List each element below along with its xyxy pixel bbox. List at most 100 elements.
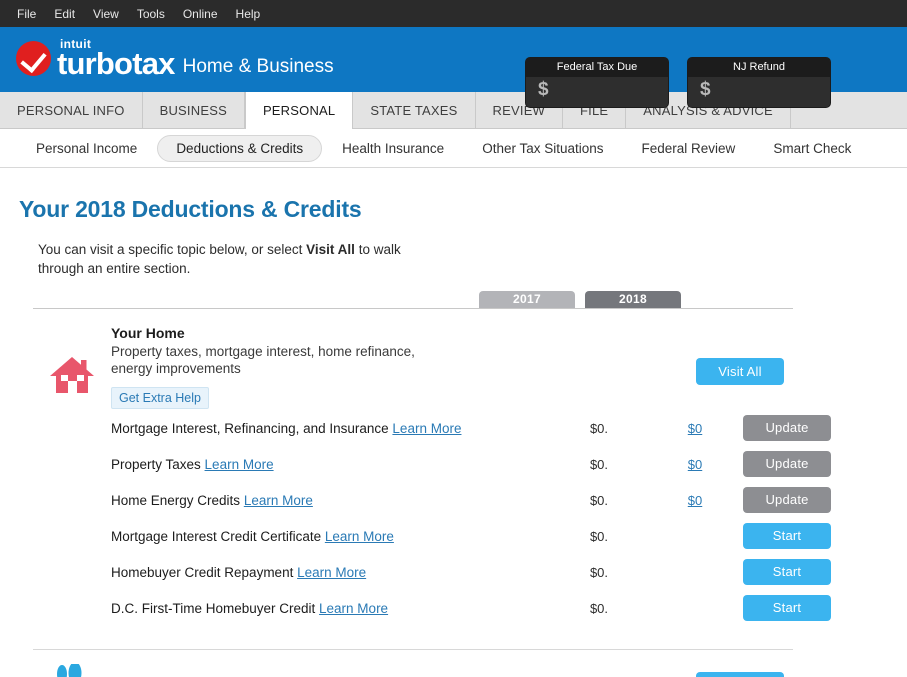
amount-2018-link[interactable]: $0	[688, 493, 702, 508]
learn-more-link[interactable]: Learn More	[205, 457, 274, 472]
subtab-personal-income[interactable]: Personal Income	[18, 136, 155, 161]
subtab-smart-check[interactable]: Smart Check	[755, 136, 869, 161]
section-title-your-home: Your Home	[111, 325, 185, 341]
subtab-other-tax-situations[interactable]: Other Tax Situations	[464, 136, 621, 161]
row-label-mortgage-interest: Mortgage Interest, Refinancing, and Insu…	[111, 415, 551, 438]
menu-item-online[interactable]: Online	[174, 3, 227, 25]
tax-summary-boxes: Federal Tax Due $ NJ Refund $	[525, 57, 831, 108]
menu-item-edit[interactable]: Edit	[45, 3, 84, 25]
table-row: Homebuyer Credit Repayment Learn More $0…	[33, 559, 831, 595]
row-title-text: Mortgage Interest, Refinancing, and Insu…	[111, 421, 393, 436]
menu-item-tools[interactable]: Tools	[128, 3, 174, 25]
table-row: Mortgage Interest, Refinancing, and Insu…	[33, 415, 831, 451]
page-intro-text: You can visit a specific topic below, or…	[0, 223, 430, 278]
turbotax-brand-text: turbotax	[57, 46, 175, 81]
update-button[interactable]: Update	[743, 451, 831, 477]
row-label-homebuyer-credit-repayment: Homebuyer Credit Repayment Learn More	[111, 559, 551, 582]
section-header-your-home: Your Home Property taxes, mortgage inter…	[33, 309, 793, 409]
row-title-text: Mortgage Interest Credit Certificate	[111, 529, 325, 544]
federal-tax-due-label: Federal Tax Due	[526, 58, 668, 77]
tab-personal-info[interactable]: PERSONAL INFO	[0, 92, 143, 128]
row-action-cell: Start	[743, 595, 840, 621]
amount-2017: $0.	[589, 601, 609, 616]
federal-tax-due-box[interactable]: Federal Tax Due $	[525, 57, 669, 108]
table-row: Mortgage Interest Credit Certificate Lea…	[33, 523, 831, 559]
table-row: D.C. First-Time Homebuyer Credit Learn M…	[33, 595, 831, 631]
update-button[interactable]: Update	[743, 487, 831, 513]
main-content: Your 2018 Deductions & Credits You can v…	[0, 168, 907, 677]
row-title-text: D.C. First-Time Homebuyer Credit	[111, 601, 320, 616]
amount-2017: $0.	[589, 493, 609, 508]
amount-2017: $0.	[589, 565, 609, 580]
section-body-your-home: Your Home Property taxes, mortgage inter…	[111, 323, 793, 409]
federal-tax-due-value: $	[526, 77, 668, 107]
learn-more-link[interactable]: Learn More	[319, 601, 388, 616]
row-label-home-energy-credits: Home Energy Credits Learn More	[111, 487, 551, 510]
row-title-text: Home Energy Credits	[111, 493, 244, 508]
amount-2017: $0.	[589, 457, 609, 472]
row-label-dc-first-time-homebuyer-credit: D.C. First-Time Homebuyer Credit Learn M…	[111, 595, 551, 618]
amount-2018-cell	[647, 523, 743, 529]
year-column-2017[interactable]: 2017	[479, 291, 575, 308]
table-row: Property Taxes Learn More $0. $0 Update	[33, 451, 831, 487]
sub-navigation-bar: Personal Income Deductions & Credits Hea…	[0, 129, 907, 168]
row-title-text: Property Taxes	[111, 457, 205, 472]
turbotax-logo: intuit turbotax Home & Business	[0, 38, 334, 81]
people-icon	[33, 658, 111, 677]
deduction-rows-your-home: Mortgage Interest, Refinancing, and Insu…	[33, 415, 831, 631]
section-you-and-your-family: You and Your Family	[33, 650, 793, 677]
tab-business[interactable]: BUSINESS	[143, 92, 245, 128]
learn-more-link[interactable]: Learn More	[297, 565, 366, 580]
amount-2018-cell: $0	[647, 415, 743, 436]
nj-refund-box[interactable]: NJ Refund $	[687, 57, 831, 108]
house-icon	[33, 323, 111, 409]
learn-more-link[interactable]: Learn More	[244, 493, 313, 508]
year-column-headers: 2017 2018	[33, 291, 793, 309]
amount-2018-cell	[647, 595, 743, 601]
intro-text-part1: You can visit a specific topic below, or…	[38, 242, 307, 257]
menu-item-file[interactable]: File	[8, 3, 45, 25]
learn-more-link[interactable]: Learn More	[325, 529, 394, 544]
update-button[interactable]: Update	[743, 415, 831, 441]
section-title-you-and-your-family: You and Your Family	[111, 658, 248, 677]
brand-header: intuit turbotax Home & Business Federal …	[0, 27, 907, 108]
menu-item-help[interactable]: Help	[227, 3, 270, 25]
nj-refund-label: NJ Refund	[688, 58, 830, 77]
you-and-your-family-action-wrap	[696, 672, 784, 677]
tab-state-taxes[interactable]: STATE TAXES	[353, 92, 476, 128]
page-title: Your 2018 Deductions & Credits	[19, 196, 362, 222]
tab-personal[interactable]: PERSONAL	[244, 92, 354, 129]
amount-2018-link[interactable]: $0	[688, 421, 702, 436]
row-label-mortgage-interest-credit-certificate: Mortgage Interest Credit Certificate Lea…	[111, 523, 551, 546]
section-your-home: Visit All Your Home Property taxes, mort…	[33, 309, 831, 631]
row-title-text: Homebuyer Credit Repayment	[111, 565, 298, 580]
visit-all-button-family[interactable]	[696, 672, 784, 677]
visit-all-button[interactable]: Visit All	[696, 358, 784, 385]
amount-2018-cell	[647, 559, 743, 565]
subtab-federal-review[interactable]: Federal Review	[624, 136, 754, 161]
year-column-2018[interactable]: 2018	[585, 291, 681, 308]
product-edition-label: Home & Business	[182, 56, 334, 77]
amount-2018-cell: $0	[647, 451, 743, 472]
red-check-circle-icon	[16, 41, 51, 76]
section-description-your-home: Property taxes, mortgage interest, home …	[111, 344, 415, 376]
subtab-health-insurance[interactable]: Health Insurance	[324, 136, 462, 161]
nj-refund-value: $	[688, 77, 830, 107]
table-row: Home Energy Credits Learn More $0. $0 Up…	[33, 487, 831, 523]
start-button[interactable]: Start	[743, 595, 831, 621]
subtab-deductions-credits[interactable]: Deductions & Credits	[157, 134, 323, 162]
learn-more-link[interactable]: Learn More	[392, 421, 461, 436]
row-action-cell: Start	[743, 559, 840, 585]
row-label-property-taxes: Property Taxes Learn More	[111, 451, 551, 474]
application-menu-bar: File Edit View Tools Online Help	[0, 0, 907, 27]
start-button[interactable]: Start	[743, 559, 831, 585]
menu-item-view[interactable]: View	[84, 3, 128, 25]
amount-2017: $0.	[589, 421, 609, 436]
amount-2018-link[interactable]: $0	[688, 457, 702, 472]
visit-all-button-wrap: Visit All	[696, 358, 784, 385]
turbotax-wordmark: intuit turbotax	[57, 38, 175, 81]
amount-2017: $0.	[589, 529, 609, 544]
get-extra-help-link[interactable]: Get Extra Help	[111, 387, 209, 409]
row-action-cell: Update	[743, 415, 840, 441]
start-button[interactable]: Start	[743, 523, 831, 549]
